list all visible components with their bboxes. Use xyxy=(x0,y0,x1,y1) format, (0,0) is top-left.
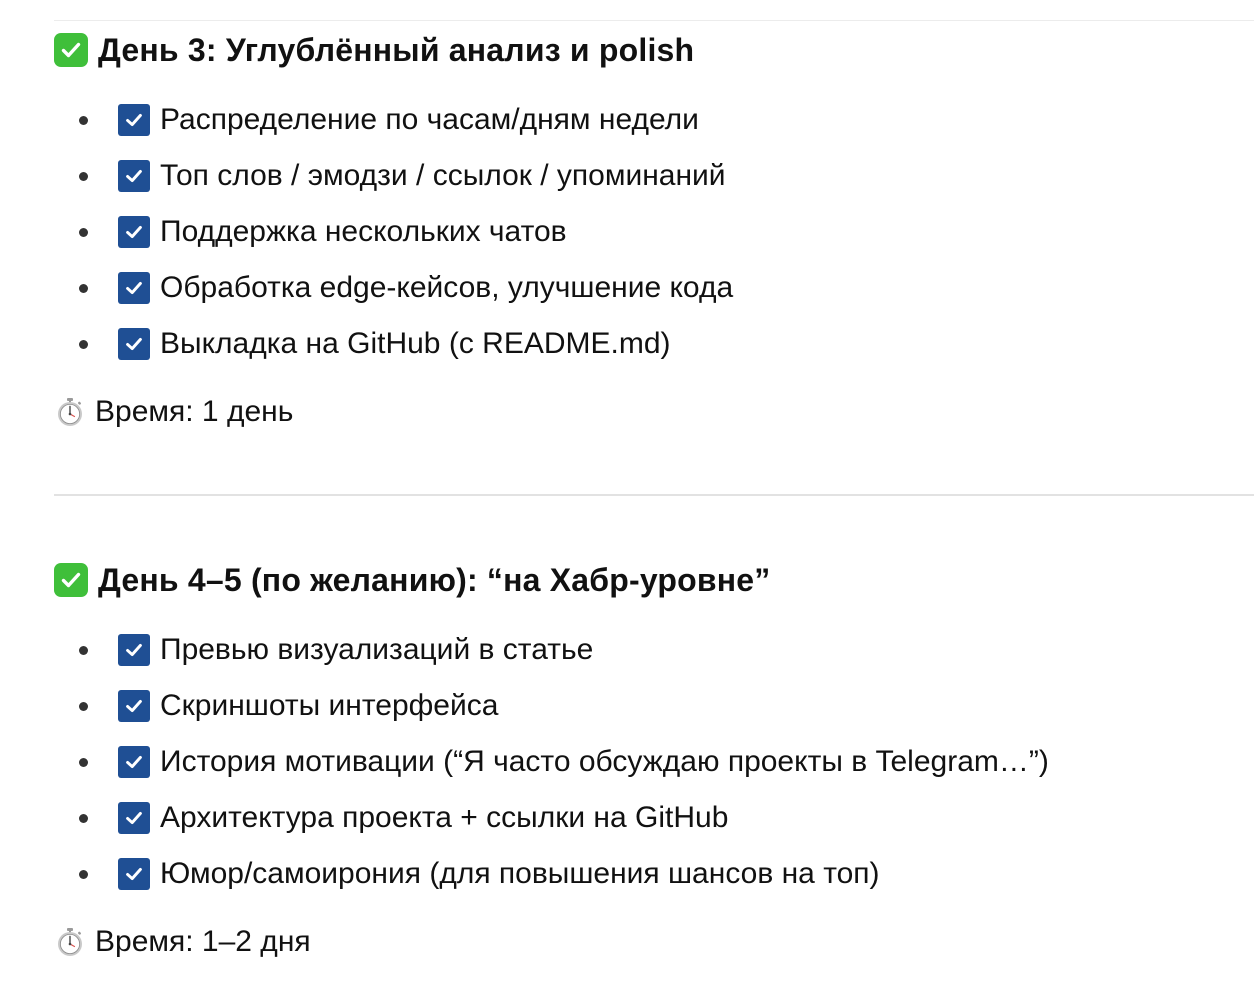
list-item: Превью визуализаций в статье xyxy=(54,622,1254,678)
section-divider xyxy=(54,494,1254,496)
section-heading: День 3: Углублённый анализ и polish xyxy=(54,28,1254,72)
list-item: История мотивации (“Я часто обсуждаю про… xyxy=(54,734,1254,790)
task-list: Распределение по часам/дням недели Топ с… xyxy=(54,92,1254,372)
blue-checkbox-icon xyxy=(118,104,150,136)
time-estimate: Время: 1 день xyxy=(54,390,1254,434)
green-check-mark-icon xyxy=(54,33,88,67)
blue-checkbox-icon xyxy=(118,690,150,722)
list-item: Архитектура проекта + ссылки на GitHub xyxy=(54,790,1254,846)
bullet-icon xyxy=(79,284,88,293)
top-divider xyxy=(54,20,1254,21)
list-item-text: Обработка edge-кейсов, улучшение кода xyxy=(160,271,734,304)
list-item-text: Архитектура проекта + ссылки на GitHub xyxy=(160,801,729,834)
list-item-text: Скриншоты интерфейса xyxy=(160,689,499,722)
section-heading-text: День 4–5 (по желанию): “на Хабр-уровне” xyxy=(98,561,771,598)
list-item: Юмор/самоирония (для повышения шансов на… xyxy=(54,846,1254,902)
task-list: Превью визуализаций в статье Скриншоты и… xyxy=(54,622,1254,902)
bullet-icon xyxy=(79,646,88,655)
section-day-3: День 3: Углублённый анализ и polish Расп… xyxy=(54,28,1254,434)
list-item: Топ слов / эмодзи / ссылок / упоминаний xyxy=(54,148,1254,204)
blue-checkbox-icon xyxy=(118,160,150,192)
list-item: Обработка edge-кейсов, улучшение кода xyxy=(54,260,1254,316)
blue-checkbox-icon xyxy=(118,634,150,666)
list-item: Выкладка на GitHub (с README.md) xyxy=(54,316,1254,372)
blue-checkbox-icon xyxy=(118,802,150,834)
stopwatch-icon xyxy=(58,398,82,426)
time-estimate-text: Время: 1 день xyxy=(95,395,294,428)
section-heading: День 4–5 (по желанию): “на Хабр-уровне” xyxy=(54,558,1254,602)
bullet-icon xyxy=(79,116,88,125)
bullet-icon xyxy=(79,758,88,767)
list-item: Поддержка нескольких чатов xyxy=(54,204,1254,260)
list-item-text: Поддержка нескольких чатов xyxy=(160,215,567,248)
list-item-text: Превью визуализаций в статье xyxy=(160,633,594,666)
bullet-icon xyxy=(79,870,88,879)
time-estimate-text: Время: 1–2 дня xyxy=(95,925,311,958)
time-estimate: Время: 1–2 дня xyxy=(54,920,1254,964)
list-item: Распределение по часам/дням недели xyxy=(54,92,1254,148)
list-item: Скриншоты интерфейса xyxy=(54,678,1254,734)
list-item-text: Выкладка на GitHub (с README.md) xyxy=(160,327,671,360)
bullet-icon xyxy=(79,702,88,711)
section-day-4-5: День 4–5 (по желанию): “на Хабр-уровне” … xyxy=(54,558,1254,964)
bullet-icon xyxy=(79,814,88,823)
bullet-icon xyxy=(79,172,88,181)
section-heading-text: День 3: Углублённый анализ и polish xyxy=(98,31,695,68)
blue-checkbox-icon xyxy=(118,858,150,890)
bullet-icon xyxy=(79,228,88,237)
list-item-text: История мотивации (“Я часто обсуждаю про… xyxy=(160,745,1049,778)
green-check-mark-icon xyxy=(54,563,88,597)
list-item-text: Распределение по часам/дням недели xyxy=(160,103,699,136)
list-item-text: Юмор/самоирония (для повышения шансов на… xyxy=(160,857,880,890)
blue-checkbox-icon xyxy=(118,746,150,778)
bullet-icon xyxy=(79,340,88,349)
blue-checkbox-icon xyxy=(118,272,150,304)
stopwatch-icon xyxy=(58,928,82,956)
blue-checkbox-icon xyxy=(118,216,150,248)
list-item-text: Топ слов / эмодзи / ссылок / упоминаний xyxy=(160,159,726,192)
blue-checkbox-icon xyxy=(118,328,150,360)
